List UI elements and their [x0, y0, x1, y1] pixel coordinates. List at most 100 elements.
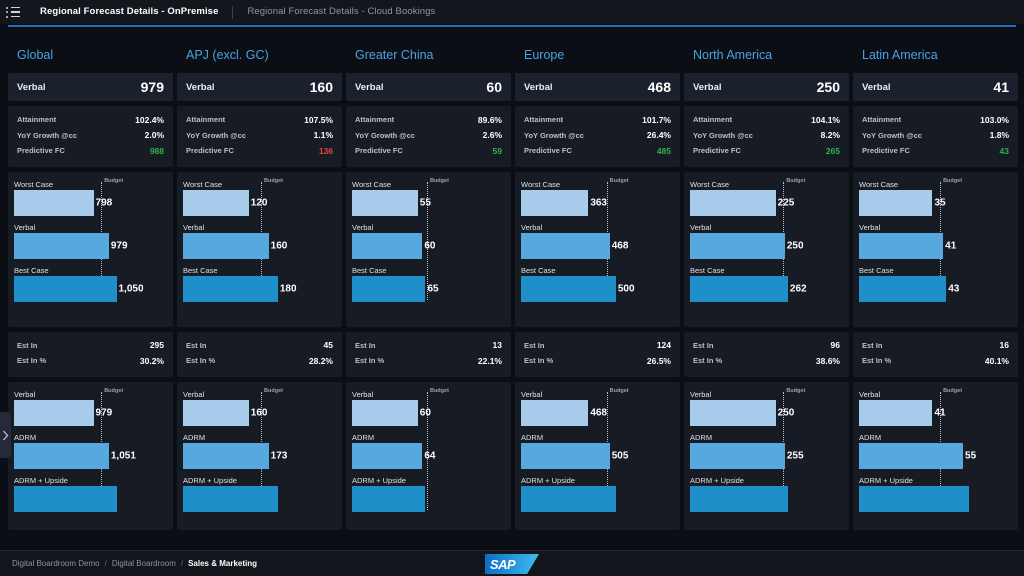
est-in-pct-label: Est In %	[862, 356, 892, 366]
bar-group: ADRM 64	[352, 432, 505, 469]
bar-fill[interactable]	[690, 232, 785, 259]
bar-fill[interactable]	[859, 232, 944, 259]
bar-fill[interactable]	[183, 275, 278, 302]
bar-fill[interactable]	[352, 189, 418, 216]
metric-row-est-in-pct[interactable]: Est In % 26.5%	[524, 353, 671, 369]
metric-row-yoy-growth[interactable]: YoY Growth @cc 8.2%	[693, 128, 840, 144]
bar-fill[interactable]	[690, 189, 776, 216]
metric-row-est-in[interactable]: Est In 16	[862, 338, 1009, 354]
bar-fill[interactable]	[14, 485, 117, 512]
metric-row-est-in[interactable]: Est In 96	[693, 338, 840, 354]
bar-fill[interactable]	[521, 275, 616, 302]
verbal-kpi-card[interactable]: Verbal 60	[346, 73, 511, 101]
bar-fill[interactable]	[690, 485, 788, 512]
bar-fill[interactable]	[521, 232, 610, 259]
bar-fill[interactable]	[14, 442, 109, 469]
metric-row-est-in[interactable]: Est In 124	[524, 338, 671, 354]
metric-row-est-in-pct[interactable]: Est In % 22.1%	[355, 353, 502, 369]
bar-label: ADRM	[352, 432, 375, 442]
metric-row-yoy-growth[interactable]: YoY Growth @cc 2.0%	[17, 128, 164, 144]
metric-row-est-in[interactable]: Est In 13	[355, 338, 502, 354]
bar-fill[interactable]	[183, 232, 269, 259]
predictive-fc-label: Predictive FC	[186, 146, 234, 156]
breadcrumb-item[interactable]: Digital Boardroom Demo	[12, 559, 100, 568]
metric-row-est-in-pct[interactable]: Est In % 28.2%	[186, 353, 333, 369]
bar-fill[interactable]	[690, 399, 776, 426]
bar-fill[interactable]	[14, 275, 117, 302]
metric-row-attainment[interactable]: Attainment 89.6%	[355, 112, 502, 128]
bar-track: 43	[859, 275, 1012, 302]
bar-fill[interactable]	[859, 442, 964, 469]
bar-fill[interactable]	[521, 399, 589, 426]
verbal-kpi-card[interactable]: Verbal 160	[177, 73, 342, 101]
verbal-kpi-label: Verbal	[524, 81, 553, 93]
metric-row-predictive-fc[interactable]: Predictive FC 43	[862, 143, 1009, 159]
metric-row-est-in-pct[interactable]: Est In % 38.6%	[693, 353, 840, 369]
breadcrumb-item[interactable]: Digital Boardroom	[112, 559, 176, 568]
bar-fill[interactable]	[690, 275, 788, 302]
bar-label: ADRM + Upside	[352, 475, 406, 485]
metric-row-predictive-fc[interactable]: Predictive FC 265	[693, 143, 840, 159]
tab-regional-forecast-cloud-bookings[interactable]: Regional Forecast Details - Cloud Bookin…	[233, 0, 449, 24]
bar-fill[interactable]	[521, 485, 616, 512]
bar-fill[interactable]	[521, 189, 589, 216]
region-title: Greater China	[355, 48, 434, 62]
metric-row-attainment[interactable]: Attainment 101.7%	[524, 112, 671, 128]
bar-fill[interactable]	[859, 275, 947, 302]
bar-fill[interactable]	[859, 485, 970, 512]
metric-row-yoy-growth[interactable]: YoY Growth @cc 1.8%	[862, 128, 1009, 144]
metric-row-predictive-fc[interactable]: Predictive FC 136	[186, 143, 333, 159]
bar-fill[interactable]	[859, 189, 933, 216]
metric-row-attainment[interactable]: Attainment 107.5%	[186, 112, 333, 128]
verbal-kpi-card[interactable]: Verbal 250	[684, 73, 849, 101]
bar-fill[interactable]	[183, 189, 249, 216]
bar-track: 41	[859, 232, 1012, 259]
bar-fill[interactable]	[352, 442, 423, 469]
panel-expander-button[interactable]	[0, 412, 11, 458]
bar-fill[interactable]	[352, 232, 423, 259]
bar-fill[interactable]	[352, 275, 426, 302]
bar-fill[interactable]	[690, 442, 785, 469]
metric-row-predictive-fc[interactable]: Predictive FC 59	[355, 143, 502, 159]
metric-row-yoy-growth[interactable]: YoY Growth @cc 1.1%	[186, 128, 333, 144]
verbal-kpi-card[interactable]: Verbal 468	[515, 73, 680, 101]
bar-fill[interactable]	[183, 442, 269, 469]
bar-fill[interactable]	[521, 442, 610, 469]
attainment-value: 107.5%	[304, 114, 333, 125]
metric-row-est-in-pct[interactable]: Est In % 30.2%	[17, 353, 164, 369]
metric-row-attainment[interactable]: Attainment 102.4%	[17, 112, 164, 128]
metrics-card: Attainment 102.4% YoY Growth @cc 2.0% Pr…	[8, 106, 173, 167]
yoy-growth-label: YoY Growth @cc	[186, 130, 246, 140]
metric-row-yoy-growth[interactable]: YoY Growth @cc 2.6%	[355, 128, 502, 144]
chart-inner: Budget Worst Case 35 Verbal 41 Best Case…	[853, 178, 1018, 302]
bar-fill[interactable]	[183, 399, 249, 426]
bar-value: 173	[270, 450, 288, 461]
bar-fill[interactable]	[183, 485, 278, 512]
metric-row-predictive-fc[interactable]: Predictive FC 485	[524, 143, 671, 159]
metric-row-est-in-pct[interactable]: Est In % 40.1%	[862, 353, 1009, 369]
metric-row-est-in[interactable]: Est In 295	[17, 338, 164, 354]
breadcrumb-item[interactable]: Sales & Marketing	[188, 559, 257, 568]
list-menu-icon[interactable]	[0, 0, 26, 24]
metric-row-est-in[interactable]: Est In 45	[186, 338, 333, 354]
bar-fill[interactable]	[14, 399, 94, 426]
verbal-kpi-card[interactable]: Verbal 979	[8, 73, 173, 101]
bar-fill[interactable]	[352, 485, 426, 512]
bar-group: Verbal 250	[690, 389, 843, 426]
bar-fill[interactable]	[859, 399, 933, 426]
bar-label: ADRM + Upside	[14, 475, 68, 485]
metric-row-attainment[interactable]: Attainment 104.1%	[693, 112, 840, 128]
est-in-pct-value: 28.2%	[308, 355, 333, 366]
bar-label: Best Case	[14, 265, 49, 275]
bar-value: 64	[424, 450, 436, 461]
tab-regional-forecast-onpremise[interactable]: Regional Forecast Details - OnPremise	[26, 0, 232, 24]
metric-row-predictive-fc[interactable]: Predictive FC 988	[17, 143, 164, 159]
bar-fill[interactable]	[352, 399, 418, 426]
metric-row-yoy-growth[interactable]: YoY Growth @cc 26.4%	[524, 128, 671, 144]
bar-value: 798	[95, 197, 113, 208]
metric-row-attainment[interactable]: Attainment 103.0%	[862, 112, 1009, 128]
bar-fill[interactable]	[14, 232, 109, 259]
bar-fill[interactable]	[14, 189, 94, 216]
bar-track: 41	[859, 399, 1012, 426]
verbal-kpi-card[interactable]: Verbal 41	[853, 73, 1018, 101]
